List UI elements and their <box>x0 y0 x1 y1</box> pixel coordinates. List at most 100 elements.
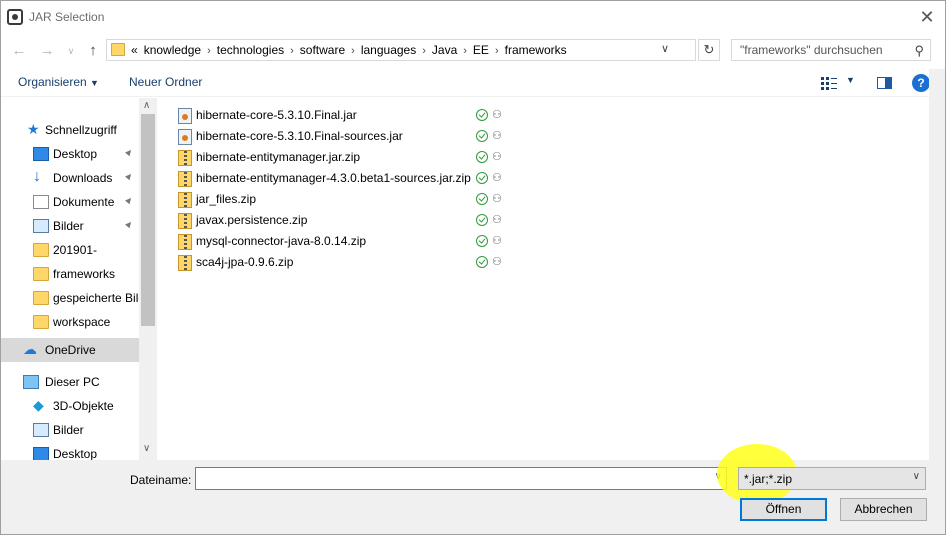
nav-item-gespeicherte-bilder[interactable]: gespeicherte Bilder <box>1 286 156 310</box>
toolbar: Organisieren ▼ Neuer Ordner ▼ ? <box>1 69 945 97</box>
nav-item-label: Desktop <box>53 447 98 460</box>
file-name: hibernate-core-5.3.10.Final-sources.jar <box>196 129 403 143</box>
sync-status: ⚇ <box>476 193 506 207</box>
filetype-value: *.jar;*.zip <box>744 472 793 486</box>
filetype-select[interactable]: *.jar;*.zip ∨ <box>738 467 926 490</box>
file-name: hibernate-entitymanager-4.3.0.beta1-sour… <box>196 171 471 185</box>
navigation-scrollbar[interactable]: ∧ ∨ <box>139 98 157 460</box>
nav-item-label: Dieser PC <box>45 375 100 389</box>
up-arrow-icon[interactable]: ↑ <box>83 41 103 61</box>
nav-item-label: Bilder <box>53 219 84 233</box>
zip-file-icon <box>178 192 192 208</box>
cloud-icon: ☁ <box>23 341 37 357</box>
breadcrumb-item[interactable]: frameworks <box>505 43 567 57</box>
sync-status: ⚇ <box>476 172 506 186</box>
breadcrumb-separator-icon[interactable]: › <box>495 45 499 57</box>
shared-person-icon: ⚇ <box>492 235 502 247</box>
filename-input[interactable] <box>200 471 700 486</box>
window-right-scrollbar[interactable] <box>929 69 945 460</box>
scroll-down-icon[interactable]: ∨ <box>143 443 150 454</box>
refresh-icon[interactable]: ↻ <box>698 39 720 61</box>
file-row[interactable]: jar_files.zip ⚇ <box>176 189 506 210</box>
nav-item-downloads[interactable]: ↓ Downloads ▲ <box>1 166 139 190</box>
nav-item-pc-bilder[interactable]: Bilder <box>1 418 139 442</box>
file-name: javax.persistence.zip <box>196 213 308 227</box>
shared-person-icon: ⚇ <box>492 256 502 268</box>
search-box[interactable]: ⚲ <box>731 39 931 61</box>
pin-icon: ▲ <box>121 193 137 208</box>
sync-status: ⚇ <box>476 130 506 144</box>
file-name: hibernate-entitymanager.jar.zip <box>196 150 361 164</box>
nav-item-label: Downloads <box>53 171 113 185</box>
help-icon[interactable]: ? <box>912 74 930 92</box>
file-dialog-window: JAR Selection ✕ ← → ∨ ↑ « knowledge › techn… <box>0 0 946 535</box>
filetype-dropdown-chevron-icon[interactable]: ∨ <box>913 471 920 482</box>
nav-item-dokumente[interactable]: Dokumente ▲ <box>1 190 139 214</box>
folder-icon <box>33 267 49 281</box>
file-row[interactable]: mysql-connector-java-8.0.14.zip ⚇ <box>176 231 506 252</box>
organize-button[interactable]: Organisieren ▼ <box>18 75 99 89</box>
file-row[interactable]: javax.persistence.zip ⚇ <box>176 210 506 231</box>
breadcrumb-item[interactable]: software <box>300 43 345 57</box>
preview-pane-icon[interactable] <box>877 77 892 89</box>
folder-icon <box>111 43 125 56</box>
breadcrumb-separator-icon[interactable]: › <box>463 45 467 57</box>
search-input[interactable] <box>738 42 903 58</box>
navigation-pane: ★ Schnellzugriff Desktop ▲ ↓ Downloads ▲ Doku… <box>1 98 157 460</box>
breadcrumb-separator-icon[interactable]: › <box>422 45 426 57</box>
zip-file-icon <box>178 234 192 250</box>
view-dropdown-arrow-icon[interactable]: ▼ <box>846 75 855 85</box>
nav-item-desktop[interactable]: Desktop ▲ <box>1 142 139 166</box>
breadcrumb-separator-icon[interactable]: › <box>351 45 355 57</box>
close-icon[interactable]: ✕ <box>915 5 939 29</box>
nav-item-onedrive[interactable]: ☁ OneDrive <box>1 338 139 362</box>
jar-file-icon <box>178 129 192 145</box>
file-row[interactable]: hibernate-core-5.3.10.Final.jar ⚇ <box>176 105 506 126</box>
new-folder-button[interactable]: Neuer Ordner <box>129 75 202 89</box>
bottom-panel: Dateiname: ∨ *.jar;*.zip ∨ Öffnen Abbrec… <box>1 444 945 534</box>
view-options-icon[interactable] <box>821 76 837 90</box>
recent-locations-chevron-icon[interactable]: ∨ <box>61 41 81 61</box>
forward-arrow-icon[interactable]: → <box>37 41 57 61</box>
file-row[interactable]: hibernate-entitymanager-4.3.0.beta1-sour… <box>176 168 506 189</box>
address-bar[interactable]: « knowledge › technologies › software › languag… <box>106 39 696 61</box>
file-row[interactable]: hibernate-entitymanager.jar.zip ⚇ <box>176 147 506 168</box>
shared-person-icon: ⚇ <box>492 151 502 163</box>
nav-item-this-pc[interactable]: Dieser PC <box>1 370 139 394</box>
nav-item-quick-access[interactable]: ★ Schnellzugriff <box>1 118 139 142</box>
synced-check-icon <box>476 235 488 247</box>
desktop-icon <box>33 447 49 460</box>
nav-item-workspace[interactable]: workspace <box>1 310 139 334</box>
file-row[interactable]: sca4j-jpa-0.9.6.zip ⚇ <box>176 252 506 273</box>
breadcrumb-item[interactable]: technologies <box>217 43 284 57</box>
nav-item-bilder[interactable]: Bilder ▲ <box>1 214 139 238</box>
breadcrumb-separator-icon[interactable]: › <box>290 45 294 57</box>
filename-label: Dateiname: <box>130 473 192 487</box>
cancel-button[interactable]: Abbrechen <box>840 498 927 521</box>
breadcrumb-item[interactable]: EE <box>473 43 489 57</box>
address-dropdown-chevron-icon[interactable]: ∨ <box>661 42 669 55</box>
open-button[interactable]: Öffnen <box>740 498 827 521</box>
scroll-up-icon[interactable]: ∧ <box>143 100 150 111</box>
pictures-icon <box>33 423 49 437</box>
breadcrumb-item[interactable]: knowledge <box>144 43 201 57</box>
dropdown-arrow-icon: ▼ <box>90 78 99 88</box>
filename-combobox[interactable]: ∨ <box>195 467 727 490</box>
scrollbar-thumb[interactable] <box>141 114 155 326</box>
breadcrumb-item[interactable]: Java <box>432 43 457 57</box>
nav-item-label: workspace <box>53 315 111 329</box>
nav-item-frameworks[interactable]: frameworks <box>1 262 139 286</box>
breadcrumb-overflow-icon[interactable]: « <box>131 43 138 57</box>
file-name: sca4j-jpa-0.9.6.zip <box>196 255 294 269</box>
back-arrow-icon[interactable]: ← <box>9 41 29 61</box>
nav-item-201901-[interactable]: 201901- <box>1 238 139 262</box>
shared-person-icon: ⚇ <box>492 172 502 184</box>
file-row[interactable]: hibernate-core-5.3.10.Final-sources.jar ⚇ <box>176 126 506 147</box>
nav-item-pc-desktop[interactable]: Desktop <box>1 442 139 460</box>
3d-objects-icon: ◆ <box>33 397 44 413</box>
title-bar: JAR Selection ✕ <box>1 1 945 33</box>
nav-item-pc-3d-objekte[interactable]: ◆ 3D-Objekte <box>1 394 139 418</box>
breadcrumb-item[interactable]: languages <box>361 43 416 57</box>
breadcrumb-separator-icon[interactable]: › <box>207 45 211 57</box>
computer-icon <box>23 375 39 389</box>
